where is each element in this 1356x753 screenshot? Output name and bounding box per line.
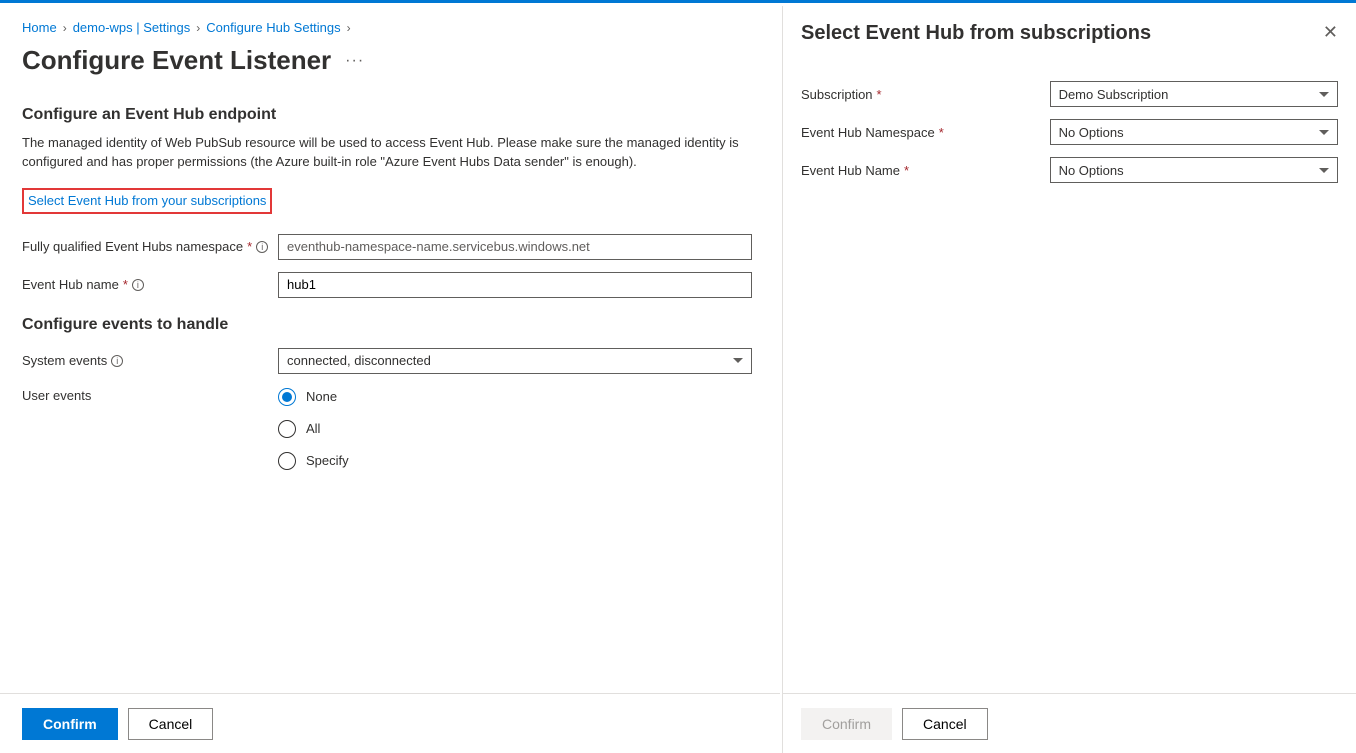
side-hubname-select[interactable]: No Options (1050, 157, 1338, 183)
info-icon[interactable]: i (111, 355, 123, 367)
select-from-subscriptions-link[interactable]: Select Event Hub from your subscriptions (28, 193, 266, 208)
radio-all[interactable]: All (22, 420, 349, 438)
chevron-right-icon: › (63, 21, 67, 35)
side-row-subscription: Subscription * Demo Subscription (801, 81, 1338, 107)
system-events-value: connected, disconnected (287, 353, 431, 368)
side-namespace-select[interactable]: No Options (1050, 119, 1338, 145)
page-title: Configure Event Listener (22, 45, 331, 76)
subscription-select[interactable]: Demo Subscription (1050, 81, 1338, 107)
side-hubname-label-text: Event Hub Name (801, 163, 900, 178)
highlight-box: Select Event Hub from your subscriptions (22, 188, 272, 214)
radio-icon (278, 388, 296, 406)
more-icon[interactable]: ··· (345, 52, 364, 70)
breadcrumb: Home › demo-wps | Settings › Configure H… (22, 20, 758, 35)
main-pane: Home › demo-wps | Settings › Configure H… (0, 6, 780, 753)
radio-icon (278, 452, 296, 470)
side-footer: Confirm Cancel (783, 693, 1356, 753)
radio-none[interactable]: None (22, 388, 349, 406)
main-footer: Confirm Cancel (0, 693, 780, 753)
title-row: Configure Event Listener ··· (22, 45, 758, 76)
system-events-label: System events i (22, 353, 278, 368)
radio-icon (278, 420, 296, 438)
system-events-select[interactable]: connected, disconnected (278, 348, 752, 374)
side-row-hubname: Event Hub Name * No Options (801, 157, 1338, 183)
form-row-user-events: User events None All Specify (22, 388, 758, 484)
form-row-namespace: Fully qualified Event Hubs namespace * i (22, 234, 758, 260)
side-hubname-label: Event Hub Name * (801, 163, 1050, 178)
system-events-label-text: System events (22, 353, 107, 368)
breadcrumb-resource[interactable]: demo-wps | Settings (73, 20, 191, 35)
side-row-namespace: Event Hub Namespace * No Options (801, 119, 1338, 145)
radio-specify-label: Specify (306, 453, 349, 468)
side-namespace-label-text: Event Hub Namespace (801, 125, 935, 140)
section-endpoint-heading: Configure an Event Hub endpoint (22, 106, 758, 124)
side-namespace-value: No Options (1059, 125, 1124, 140)
hubname-label-text: Event Hub name (22, 277, 119, 292)
chevron-down-icon (1319, 130, 1329, 135)
required-asterisk: * (939, 125, 944, 140)
breadcrumb-configure[interactable]: Configure Hub Settings (206, 20, 340, 35)
hubname-label: Event Hub name * i (22, 277, 278, 292)
side-cancel-button[interactable]: Cancel (902, 708, 988, 740)
breadcrumb-home[interactable]: Home (22, 20, 57, 35)
section-events-heading: Configure events to handle (22, 316, 758, 334)
side-hubname-value: No Options (1059, 163, 1124, 178)
chevron-down-icon (733, 358, 743, 363)
required-asterisk: * (247, 239, 252, 254)
required-asterisk: * (904, 163, 909, 178)
confirm-button[interactable]: Confirm (22, 708, 118, 740)
side-pane: Select Event Hub from subscriptions ✕ Su… (782, 6, 1356, 753)
info-icon[interactable]: i (132, 279, 144, 291)
cancel-button[interactable]: Cancel (128, 708, 214, 740)
subscription-label: Subscription * (801, 87, 1050, 102)
side-panel-title: Select Event Hub from subscriptions (801, 22, 1151, 45)
required-asterisk: * (877, 87, 882, 102)
user-events-options: None All Specify (278, 388, 349, 484)
chevron-down-icon (1319, 168, 1329, 173)
close-icon[interactable]: ✕ (1323, 22, 1338, 43)
radio-specify[interactable]: Specify (22, 452, 349, 470)
info-icon[interactable]: i (256, 241, 268, 253)
endpoint-description: The managed identity of Web PubSub resou… (22, 134, 742, 172)
form-row-system-events: System events i connected, disconnected (22, 348, 758, 374)
side-confirm-button: Confirm (801, 708, 892, 740)
subscription-label-text: Subscription (801, 87, 873, 102)
radio-all-label: All (306, 421, 320, 436)
chevron-right-icon: › (196, 21, 200, 35)
namespace-label-text: Fully qualified Event Hubs namespace (22, 239, 243, 254)
hubname-input[interactable] (278, 272, 752, 298)
form-row-hubname: Event Hub name * i (22, 272, 758, 298)
chevron-right-icon: › (347, 21, 351, 35)
namespace-input[interactable] (278, 234, 752, 260)
side-namespace-label: Event Hub Namespace * (801, 125, 1050, 140)
subscription-value: Demo Subscription (1059, 87, 1169, 102)
namespace-label: Fully qualified Event Hubs namespace * i (22, 239, 278, 254)
required-asterisk: * (123, 277, 128, 292)
chevron-down-icon (1319, 92, 1329, 97)
radio-none-label: None (306, 389, 337, 404)
side-title-row: Select Event Hub from subscriptions ✕ (801, 22, 1338, 45)
